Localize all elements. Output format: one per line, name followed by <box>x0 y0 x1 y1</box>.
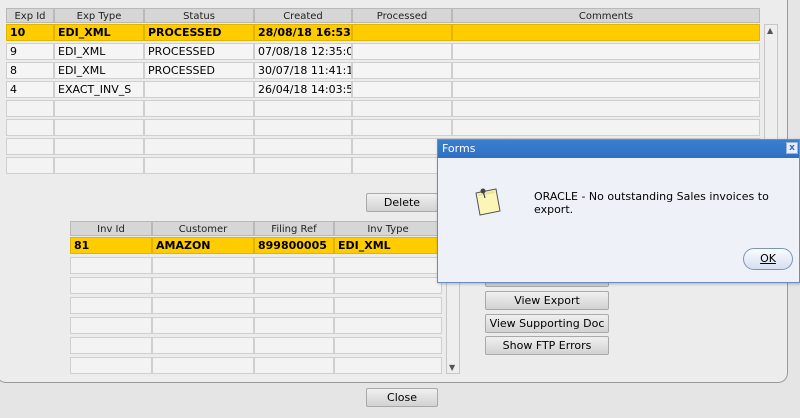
forms-alert-dialog: Forms x ORACLE - No outstanding Sales in… <box>437 139 800 283</box>
empty-cell[interactable] <box>254 357 334 374</box>
table-cell[interactable]: PROCESSED <box>144 62 254 79</box>
empty-cell[interactable] <box>70 337 152 354</box>
empty-cell[interactable] <box>334 297 442 314</box>
empty-cell[interactable] <box>254 100 352 117</box>
table-cell[interactable] <box>452 81 760 98</box>
table-cell[interactable]: 4 <box>6 81 54 98</box>
empty-cell[interactable] <box>254 337 334 354</box>
empty-cell[interactable] <box>334 277 442 294</box>
empty-cell[interactable] <box>6 138 54 155</box>
table-cell[interactable] <box>352 24 452 41</box>
scroll-up-arrow-icon[interactable]: ▲ <box>767 26 773 35</box>
empty-cell[interactable] <box>70 357 152 374</box>
column-header[interactable]: Filing Ref <box>254 221 334 236</box>
empty-cell[interactable] <box>70 257 152 274</box>
column-header[interactable]: Inv Type <box>334 221 442 236</box>
empty-cell[interactable] <box>6 119 54 136</box>
dialog-title: Forms <box>438 140 799 158</box>
table-cell[interactable] <box>452 62 760 79</box>
table-cell[interactable] <box>452 24 760 41</box>
empty-cell[interactable] <box>152 297 254 314</box>
table-cell[interactable] <box>352 43 452 60</box>
empty-cell[interactable] <box>54 119 144 136</box>
column-header[interactable]: Processed <box>352 8 452 23</box>
empty-cell[interactable] <box>54 100 144 117</box>
close-button[interactable]: Close <box>366 388 438 407</box>
column-header[interactable]: Exp Id <box>6 8 54 23</box>
empty-cell[interactable] <box>70 277 152 294</box>
column-header[interactable]: Status <box>144 8 254 23</box>
empty-cell[interactable] <box>144 119 254 136</box>
empty-cell[interactable] <box>54 138 144 155</box>
table-cell[interactable]: 8 <box>6 62 54 79</box>
empty-cell[interactable] <box>6 100 54 117</box>
empty-cell[interactable] <box>152 257 254 274</box>
table-cell[interactable] <box>352 62 452 79</box>
empty-cell[interactable] <box>70 317 152 334</box>
table-cell[interactable]: PROCESSED <box>144 24 254 41</box>
empty-cell[interactable] <box>144 100 254 117</box>
empty-cell[interactable] <box>254 138 352 155</box>
empty-cell[interactable] <box>452 119 760 136</box>
table-cell[interactable]: 28/08/18 16:53:41 <box>254 24 352 41</box>
empty-cell[interactable] <box>334 257 442 274</box>
table-cell[interactable]: 9 <box>6 43 54 60</box>
empty-cell[interactable] <box>152 277 254 294</box>
table-cell[interactable]: 81 <box>70 237 152 254</box>
empty-cell[interactable] <box>334 357 442 374</box>
dialog-message: ORACLE - No outstanding Sales invoices t… <box>534 190 769 216</box>
column-header[interactable]: Comments <box>452 8 760 23</box>
empty-cell[interactable] <box>152 357 254 374</box>
scroll-down-arrow-icon[interactable]: ▼ <box>449 363 455 372</box>
column-header[interactable]: Customer <box>152 221 254 236</box>
empty-cell[interactable] <box>352 100 452 117</box>
column-header[interactable]: Created <box>254 8 352 23</box>
empty-cell[interactable] <box>452 100 760 117</box>
empty-cell[interactable] <box>254 277 334 294</box>
empty-cell[interactable] <box>152 337 254 354</box>
empty-cell[interactable] <box>254 257 334 274</box>
empty-cell[interactable] <box>54 157 144 174</box>
table-cell[interactable]: 30/07/18 11:41:16 <box>254 62 352 79</box>
column-header[interactable]: Exp Type <box>54 8 144 23</box>
empty-cell[interactable] <box>352 119 452 136</box>
table-cell[interactable]: EDI_XML <box>54 24 144 41</box>
view-export-button[interactable]: View Export <box>485 291 609 310</box>
empty-cell[interactable] <box>254 157 352 174</box>
table-cell[interactable] <box>144 81 254 98</box>
table-cell[interactable]: 10 <box>6 24 54 41</box>
empty-cell[interactable] <box>254 297 334 314</box>
table-cell[interactable]: 899800005 <box>254 237 334 254</box>
show-ftp-errors-button[interactable]: Show FTP Errors <box>485 336 609 355</box>
table-cell[interactable]: 07/08/18 12:35:03 <box>254 43 352 60</box>
table-cell[interactable]: EDI_XML <box>54 43 144 60</box>
empty-cell[interactable] <box>152 317 254 334</box>
table-cell[interactable]: PROCESSED <box>144 43 254 60</box>
empty-cell[interactable] <box>254 317 334 334</box>
table-cell[interactable]: EXACT_INV_S <box>54 81 144 98</box>
empty-cell[interactable] <box>70 297 152 314</box>
close-icon[interactable]: x <box>786 142 798 154</box>
table-cell[interactable]: AMAZON <box>152 237 254 254</box>
empty-cell[interactable] <box>334 317 442 334</box>
empty-cell[interactable] <box>254 119 352 136</box>
empty-cell[interactable] <box>334 337 442 354</box>
view-supporting-doc-button[interactable]: View Supporting Doc <box>485 314 609 333</box>
empty-cell[interactable] <box>6 157 54 174</box>
delete-button[interactable]: Delete <box>366 193 438 212</box>
note-icon <box>475 188 501 216</box>
table-cell[interactable] <box>352 81 452 98</box>
table-cell[interactable]: EDI_XML <box>54 62 144 79</box>
empty-cell[interactable] <box>144 157 254 174</box>
column-header[interactable]: Inv Id <box>70 221 152 236</box>
table-cell[interactable]: 26/04/18 14:03:58 <box>254 81 352 98</box>
table-cell[interactable] <box>452 43 760 60</box>
table-cell[interactable]: EDI_XML <box>334 237 442 254</box>
empty-cell[interactable] <box>144 138 254 155</box>
ok-button[interactable]: OK <box>743 248 793 270</box>
